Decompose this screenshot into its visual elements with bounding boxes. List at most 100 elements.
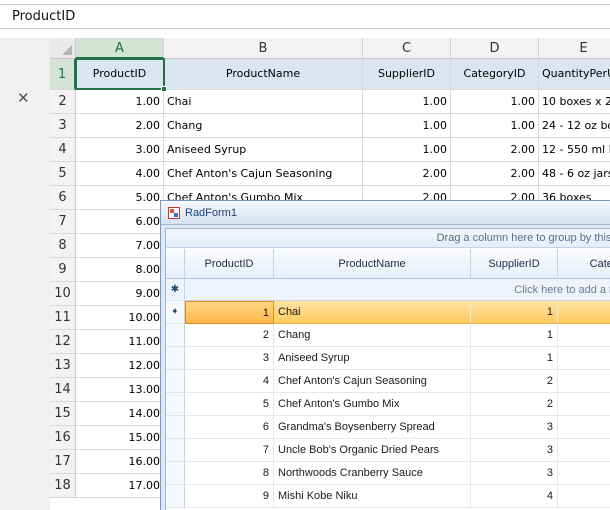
sheet-cell[interactable]: 6.00 <box>76 210 164 234</box>
grid-cell[interactable]: 7 <box>185 439 274 462</box>
sheet-cell[interactable]: 1.00 <box>363 138 451 162</box>
grid-cell[interactable]: 2 <box>185 324 274 347</box>
sheet-cell[interactable]: 11.00 <box>76 330 164 354</box>
sheet-cell[interactable]: 10.00 <box>76 306 164 330</box>
grid-cell[interactable] <box>558 370 610 393</box>
grid-cell[interactable]: 2 <box>471 393 558 416</box>
sheet-cell[interactable]: 1.00 <box>363 114 451 138</box>
grid-row[interactable]: 3 Aniseed Syrup 1 <box>166 347 610 370</box>
sheet-cell[interactable]: 1.00 <box>76 90 164 114</box>
grid-cell[interactable]: Aniseed Syrup <box>274 347 471 370</box>
grid-row[interactable]: 6 Grandma's Boysenberry Spread 3 <box>166 416 610 439</box>
grid-column-header[interactable]: ProductID <box>185 249 274 279</box>
grid-cell[interactable]: Uncle Bob's Organic Dried Pears <box>274 439 471 462</box>
row-header[interactable]: 5 <box>50 162 76 186</box>
sheet-cell[interactable]: 8.00 <box>76 258 164 282</box>
grid-cell[interactable]: Northwoods Cranberry Sauce <box>274 462 471 485</box>
grid-cell[interactable]: Mishi Kobe Niku <box>274 485 471 508</box>
grid-cell[interactable] <box>558 301 610 324</box>
grid-cell[interactable]: 1 <box>471 324 558 347</box>
header-cell[interactable]: ProductName <box>164 59 363 90</box>
grid-cell[interactable] <box>558 485 610 508</box>
row-header[interactable]: 11 <box>50 306 76 330</box>
grid-cell[interactable]: 3 <box>471 416 558 439</box>
select-all-corner[interactable] <box>50 38 76 59</box>
sheet-cell[interactable]: 14.00 <box>76 402 164 426</box>
row-header[interactable]: 17 <box>50 450 76 474</box>
grid-row[interactable]: 7 Uncle Bob's Organic Dried Pears 3 <box>166 439 610 462</box>
sheet-cell[interactable]: Chang <box>164 114 363 138</box>
column-header-e[interactable]: E <box>539 38 610 59</box>
group-panel[interactable]: Drag a column here to group by this colu… <box>166 229 610 248</box>
sheet-cell[interactable]: 16.00 <box>76 450 164 474</box>
formula-input[interactable]: ProductID <box>0 4 610 29</box>
sheet-cell[interactable]: 4.00 <box>76 162 164 186</box>
grid-cell[interactable]: Chai <box>274 301 471 324</box>
grid-cell[interactable]: 6 <box>185 416 274 439</box>
grid-cell[interactable]: Chang <box>274 324 471 347</box>
row-header[interactable]: 15 <box>50 402 76 426</box>
sheet-cell[interactable]: 7.00 <box>76 234 164 258</box>
grid-row[interactable]: 2 Chang 1 <box>166 324 610 347</box>
sheet-cell[interactable]: 15.00 <box>76 426 164 450</box>
column-header-c[interactable]: C <box>363 38 451 59</box>
grid-cell[interactable]: Chef Anton's Cajun Seasoning <box>274 370 471 393</box>
sheet-cell[interactable]: 5.00 <box>76 186 164 210</box>
grid-row[interactable]: 5 Chef Anton's Gumbo Mix 2 <box>166 393 610 416</box>
sheet-cell[interactable]: 1.00 <box>451 114 539 138</box>
grid-cell[interactable] <box>558 416 610 439</box>
grid-row[interactable]: 4 Chef Anton's Cajun Seasoning 2 <box>166 370 610 393</box>
sheet-cell[interactable]: 12.00 <box>76 354 164 378</box>
row-header[interactable]: 3 <box>50 114 76 138</box>
row-header[interactable]: 10 <box>50 282 76 306</box>
header-cell[interactable]: QuantityPerUnit <box>539 59 610 90</box>
row-header[interactable]: 14 <box>50 378 76 402</box>
sheet-cell[interactable]: 17.00 <box>76 474 164 498</box>
grid-column-header[interactable]: SupplierID <box>471 249 558 279</box>
grid-cell[interactable]: 4 <box>471 485 558 508</box>
grid-cell[interactable]: 2 <box>471 370 558 393</box>
row-header[interactable]: 6 <box>50 186 76 210</box>
grid-cell[interactable]: 3 <box>471 462 558 485</box>
grid-cell[interactable] <box>558 393 610 416</box>
grid-cell[interactable]: 3 <box>185 347 274 370</box>
sheet-cell[interactable]: 48 - 6 oz jars <box>539 162 610 186</box>
grid-row[interactable]: 9 Mishi Kobe Niku 4 <box>166 485 610 508</box>
column-header-a[interactable]: A <box>76 38 164 59</box>
column-header-d[interactable]: D <box>451 38 539 59</box>
sheet-cell[interactable]: 2.00 <box>451 162 539 186</box>
close-icon[interactable]: ✕ <box>17 90 30 106</box>
grid-cell[interactable]: 4 <box>185 370 274 393</box>
row-header[interactable]: 9 <box>50 258 76 282</box>
sheet-cell[interactable]: 2.00 <box>76 114 164 138</box>
grid-row[interactable]: 8 Northwoods Cranberry Sauce 3 <box>166 462 610 485</box>
grid-cell[interactable]: 1 <box>471 347 558 370</box>
grid-cell[interactable] <box>558 347 610 370</box>
header-cell[interactable]: SupplierID <box>363 59 451 90</box>
row-header[interactable]: 13 <box>50 354 76 378</box>
grid-cell[interactable]: 5 <box>185 393 274 416</box>
row-header[interactable]: 16 <box>50 426 76 450</box>
sheet-cell[interactable]: 2.00 <box>451 138 539 162</box>
grid-cell[interactable] <box>558 324 610 347</box>
grid-cell[interactable] <box>558 439 610 462</box>
header-cell[interactable]: CategoryID <box>451 59 539 90</box>
sheet-cell[interactable]: Chef Anton's Cajun Seasoning <box>164 162 363 186</box>
grid-cell[interactable]: Grandma's Boysenberry Spread <box>274 416 471 439</box>
row-header[interactable]: 8 <box>50 234 76 258</box>
row-header[interactable]: 4 <box>50 138 76 162</box>
column-header-b[interactable]: B <box>164 38 363 59</box>
sheet-cell[interactable]: 1.00 <box>451 90 539 114</box>
grid-cell[interactable]: 1 <box>471 301 558 324</box>
sheet-cell[interactable]: 12 - 550 ml bottles <box>539 138 610 162</box>
header-cell[interactable]: ProductID <box>76 59 164 90</box>
sheet-cell[interactable]: Chai <box>164 90 363 114</box>
grid-cell[interactable] <box>558 462 610 485</box>
new-row[interactable]: ✱ Click here to add a new row <box>166 279 610 301</box>
sheet-cell[interactable]: 10 boxes x 20 bags <box>539 90 610 114</box>
sheet-cell[interactable]: 2.00 <box>363 162 451 186</box>
row-header[interactable]: 18 <box>50 474 76 498</box>
row-header[interactable]: 12 <box>50 330 76 354</box>
sheet-cell[interactable]: Aniseed Syrup <box>164 138 363 162</box>
grid-cell[interactable]: 9 <box>185 485 274 508</box>
